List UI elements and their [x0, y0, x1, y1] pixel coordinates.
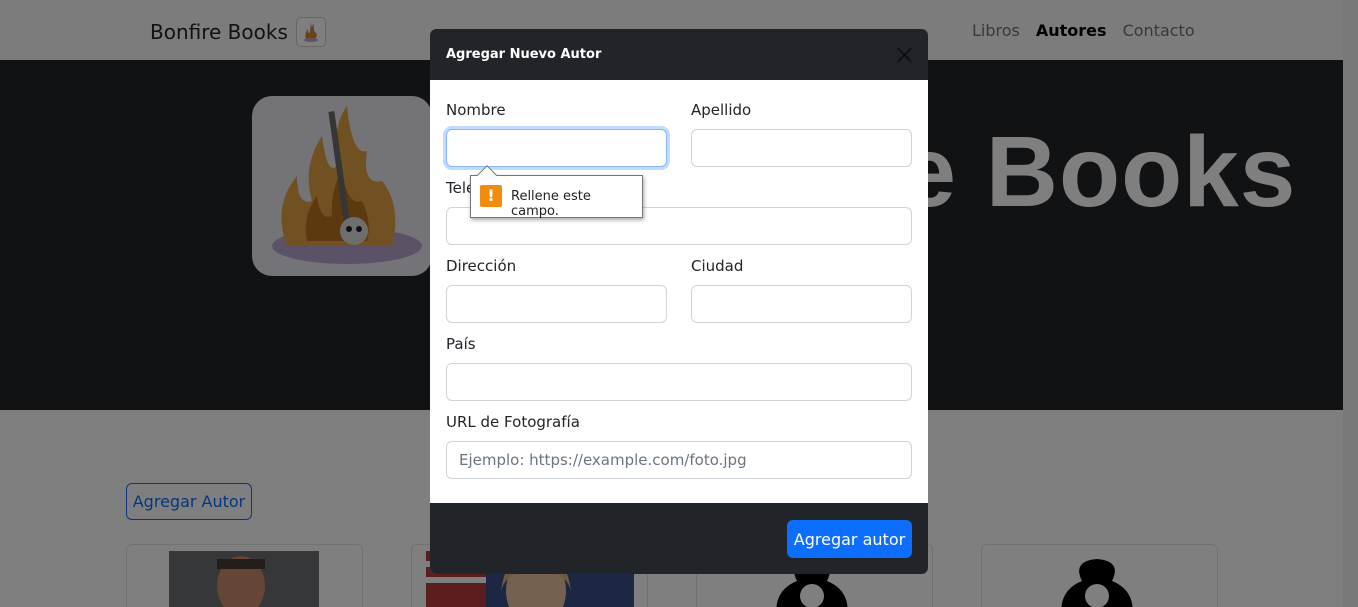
modal-footer: Agregar autor — [430, 503, 928, 574]
modal-title: Agregar Nuevo Autor — [446, 47, 602, 62]
ciudad-label: Ciudad — [691, 257, 744, 275]
validation-message: Rellene este campo. — [511, 189, 591, 219]
add-author-modal: Agregar Nuevo Autor Nombre Apellido Telé… — [430, 29, 928, 574]
pais-input[interactable] — [446, 363, 912, 401]
pais-label: País — [446, 335, 476, 353]
close-icon[interactable] — [892, 43, 916, 67]
warning-icon: ! — [480, 185, 502, 207]
apellido-input[interactable] — [691, 129, 912, 167]
nombre-label: Nombre — [446, 101, 506, 119]
direccion-input[interactable] — [446, 285, 667, 323]
ciudad-input[interactable] — [691, 285, 912, 323]
apellido-label: Apellido — [691, 101, 752, 119]
submit-add-author-button[interactable]: Agregar autor — [787, 520, 912, 558]
nombre-input[interactable] — [446, 129, 667, 167]
modal-header: Agregar Nuevo Autor — [430, 29, 928, 80]
foto-url-label: URL de Fotografía — [446, 413, 580, 431]
direccion-label: Dirección — [446, 257, 517, 275]
validation-tooltip: ! Rellene este campo. — [470, 165, 643, 219]
foto-url-input[interactable] — [446, 441, 912, 479]
